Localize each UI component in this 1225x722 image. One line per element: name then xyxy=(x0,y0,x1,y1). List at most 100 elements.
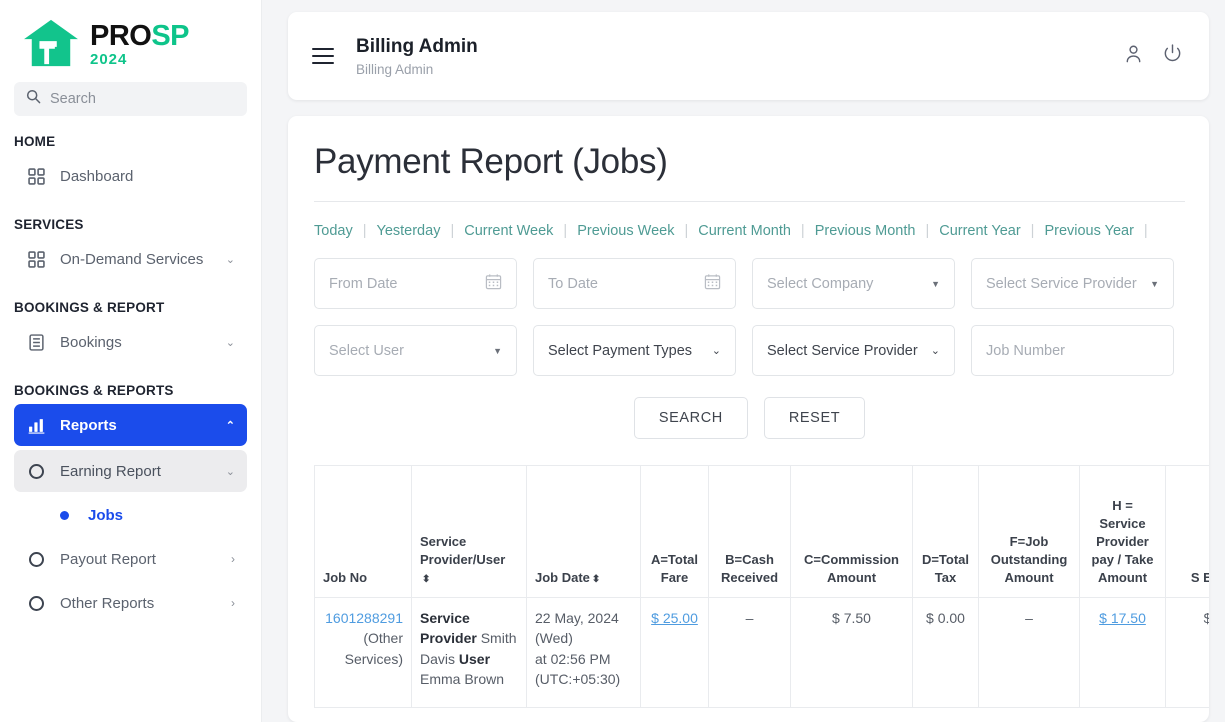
sidebar-item-label: Reports xyxy=(60,416,117,434)
calendar-icon[interactable] xyxy=(485,273,502,294)
chevron-down-icon: ⌄ xyxy=(225,253,235,266)
quick-filter-current-month[interactable]: Current Month xyxy=(698,223,791,239)
job-no-link[interactable]: 1601288291 xyxy=(325,610,403,626)
total-fare-link[interactable]: $ 25.00 xyxy=(651,610,698,626)
col-cash-received[interactable]: B=Cash Received xyxy=(708,465,791,598)
reset-button[interactable]: RESET xyxy=(763,397,866,439)
quick-filter-previous-month[interactable]: Previous Month xyxy=(815,223,916,239)
select-user-value: Select User xyxy=(329,342,404,359)
report-table-scroll[interactable]: Job No Service Provider/User ⬍ Job Date ⬍… xyxy=(314,465,1209,708)
col-job-no[interactable]: Job No xyxy=(314,465,412,598)
grid-icon xyxy=(26,249,46,269)
cell-service-provider-user: Service Provider Smith Davis User Emma B… xyxy=(411,597,527,708)
provider-take-link[interactable]: $ 17.50 xyxy=(1099,610,1146,626)
page-title: Payment Report (Jobs) xyxy=(314,142,668,181)
grid-icon xyxy=(26,166,46,186)
menu-toggle-button[interactable] xyxy=(312,48,334,64)
sidebar-item-label: Earning Report xyxy=(60,462,161,480)
select-user-dropdown[interactable]: Select User ▼ xyxy=(314,325,517,376)
cell-outstanding-amount: – xyxy=(978,597,1080,708)
chevron-right-icon: › xyxy=(231,596,235,610)
sort-icon[interactable]: ⬍ xyxy=(422,575,430,585)
cell-commission-amount: $ 7.50 xyxy=(790,597,913,708)
payment-report-table: Job No Service Provider/User ⬍ Job Date ⬍… xyxy=(314,465,1209,708)
cell-cash-received: – xyxy=(708,597,791,708)
select-service-provider-dropdown[interactable]: Select Service Provider ▼ xyxy=(971,258,1174,309)
col-service-provider-user-label: Service Provider/User xyxy=(420,534,506,568)
chevron-down-icon: ⌄ xyxy=(930,345,940,357)
col-cash-received-label: B=Cash Received xyxy=(720,552,779,586)
sort-icon[interactable]: ⬍ xyxy=(592,575,600,585)
col-provider-take-amount-label: H = Service Provider pay / Take Amount xyxy=(1091,498,1154,586)
quick-filter-previous-week[interactable]: Previous Week xyxy=(577,223,674,239)
select-service-provider-value: Select Service Provider xyxy=(986,275,1137,292)
cell-total-tax: $ 0.00 xyxy=(912,597,979,708)
quick-filter-current-year[interactable]: Current Year xyxy=(939,223,1020,239)
to-date-field[interactable]: To Date xyxy=(533,258,736,309)
user-name: Emma Brown xyxy=(420,671,505,688)
nav-section-bookings-report: BOOKINGS & REPORT xyxy=(14,300,165,315)
quick-filter-current-week[interactable]: Current Week xyxy=(464,223,553,239)
sidebar: PROSP 2024 HOME Dashboard SERVICES xyxy=(0,0,262,722)
select-payment-types-dropdown[interactable]: Select Payment Types ⌄ xyxy=(533,325,736,376)
nav-section-services: SERVICES xyxy=(14,217,84,232)
chevron-down-icon: ▼ xyxy=(1150,278,1159,289)
job-time-value: at 02:56 PM (UTC:+05:30) xyxy=(535,650,621,688)
to-date-placeholder: To Date xyxy=(548,275,598,292)
chevron-down-icon: ⌄ xyxy=(711,345,721,357)
sidebar-item-reports[interactable]: Reports ⌃ xyxy=(14,404,247,446)
select-service-provider-type-dropdown[interactable]: Select Service Provider ⌄ xyxy=(752,325,955,376)
col-outstanding-amount-label: F=Job Outstanding Amount xyxy=(990,534,1068,586)
quick-filter-today[interactable]: Today xyxy=(314,223,353,239)
job-date-value: 22 May, 2024 (Wed) xyxy=(535,610,619,647)
chevron-down-icon: ⌄ xyxy=(225,465,235,478)
app-logo[interactable]: PROSP 2024 xyxy=(0,0,261,72)
sidebar-item-bookings[interactable]: Bookings ⌄ xyxy=(14,321,247,363)
sidebar-item-other-reports[interactable]: Other Reports › xyxy=(14,582,247,624)
topbar-subtitle: Billing Admin xyxy=(356,61,434,77)
col-job-no-label: Job No xyxy=(323,570,368,586)
sidebar-search[interactable] xyxy=(14,82,247,116)
house-hammer-logo-icon xyxy=(22,18,80,68)
sidebar-item-jobs[interactable]: Jobs xyxy=(14,494,247,536)
sidebar-item-earning-report[interactable]: Earning Report ⌄ xyxy=(14,450,247,492)
circle-outline-icon xyxy=(26,549,46,569)
quick-filter-yesterday[interactable]: Yesterday xyxy=(376,223,440,239)
calendar-icon[interactable] xyxy=(704,273,721,294)
quick-filter-previous-year[interactable]: Previous Year xyxy=(1044,223,1133,239)
logo-year: 2024 xyxy=(90,50,128,68)
col-total-tax[interactable]: D=Total Tax xyxy=(912,465,979,598)
col-site-earning-label: S Ear xyxy=(1190,570,1209,586)
sidebar-item-on-demand-services[interactable]: On-Demand Services ⌄ xyxy=(14,238,247,280)
sidebar-item-payout-report[interactable]: Payout Report › xyxy=(14,538,247,580)
job-number-field[interactable]: Job Number xyxy=(971,325,1174,376)
select-service-provider-type-value: Select Service Provider xyxy=(767,342,918,359)
search-input[interactable] xyxy=(50,91,235,107)
bullet-dot-icon xyxy=(54,505,74,525)
col-provider-take-amount[interactable]: H = Service Provider pay / Take Amount xyxy=(1079,465,1166,598)
job-number-placeholder: Job Number xyxy=(986,342,1065,359)
col-total-fare[interactable]: A=Total Fare xyxy=(640,465,709,598)
provider-label: Service Provider xyxy=(420,610,477,647)
col-service-provider-user[interactable]: Service Provider/User ⬍ xyxy=(411,465,527,598)
sidebar-item-label: Other Reports xyxy=(60,594,155,612)
power-logout-icon[interactable] xyxy=(1162,43,1183,69)
sidebar-item-dashboard[interactable]: Dashboard xyxy=(14,155,247,197)
col-total-tax-label: D=Total Tax xyxy=(921,552,970,586)
app-root: PROSP 2024 HOME Dashboard SERVICES xyxy=(0,0,1225,722)
job-type-label: (Other Services) xyxy=(344,630,403,667)
col-job-date[interactable]: Job Date ⬍ xyxy=(526,465,641,598)
quick-date-filters: Today | Yesterday | Current Week | Previous… xyxy=(314,223,1148,239)
chevron-down-icon: ▼ xyxy=(493,345,502,356)
select-company-dropdown[interactable]: Select Company ▼ xyxy=(752,258,955,309)
col-commission-amount[interactable]: C=Commission Amount xyxy=(790,465,913,598)
user-profile-icon[interactable] xyxy=(1123,43,1144,69)
col-site-earning[interactable]: S Ear xyxy=(1165,465,1209,598)
col-outstanding-amount[interactable]: F=Job Outstanding Amount xyxy=(978,465,1080,598)
search-button[interactable]: SEARCH xyxy=(633,397,748,439)
from-date-field[interactable]: From Date xyxy=(314,258,517,309)
sidebar-item-label: Bookings xyxy=(60,333,122,351)
nav-section-home: HOME xyxy=(14,134,56,149)
logo-text-sp: SP xyxy=(151,19,190,52)
sidebar-item-label: Payout Report xyxy=(60,550,156,568)
